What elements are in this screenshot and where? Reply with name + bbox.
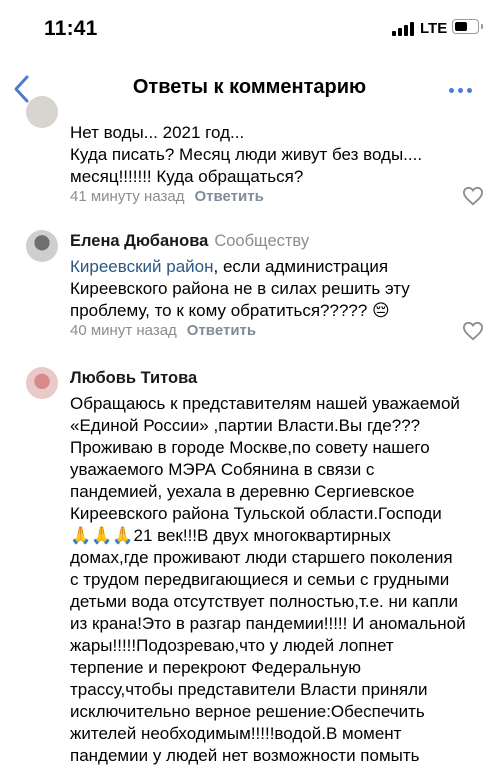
community-link[interactable]: Киреевский район <box>70 257 214 276</box>
comment-time: 41 минуту назад <box>70 188 185 205</box>
comment-header: Елена Дюбанова Сообществу <box>70 232 309 251</box>
comment-text: Киреевский район, если администрация Кир… <box>70 256 490 322</box>
author-tag: Сообществу <box>214 232 310 250</box>
author-name[interactable]: Елена Дюбанова <box>70 232 208 250</box>
avatar[interactable] <box>26 96 58 128</box>
comment-time: 40 минут назад <box>70 322 177 339</box>
reply-button[interactable]: Ответить <box>187 322 256 339</box>
nav-bar: Ответы к комментарию <box>0 52 499 122</box>
comment-meta: 40 минут назад Ответить <box>70 322 256 339</box>
like-heart-icon[interactable] <box>462 186 484 206</box>
like-heart-icon[interactable] <box>462 321 484 341</box>
battery-icon <box>452 19 483 34</box>
status-bar: 11:41 LTE <box>0 0 499 52</box>
page-title: Ответы к комментарию <box>132 76 367 98</box>
comment-meta: 41 минуту назад Ответить <box>70 188 264 205</box>
signal-icon <box>392 22 414 36</box>
reply-button[interactable]: Ответить <box>194 188 263 205</box>
avatar[interactable] <box>26 367 58 399</box>
comment-text: Нет воды... 2021 год... Куда писать? Мес… <box>70 123 423 186</box>
comment-text: Обращаюсь к представителям нашей уважаем… <box>70 394 466 765</box>
comment-header: Любовь Титова <box>70 369 197 388</box>
network-type: LTE <box>420 20 448 37</box>
more-dots-icon[interactable] <box>449 88 473 94</box>
avatar[interactable] <box>26 230 58 262</box>
author-name[interactable]: Любовь Титова <box>70 369 197 387</box>
status-time: 11:41 <box>44 17 98 40</box>
